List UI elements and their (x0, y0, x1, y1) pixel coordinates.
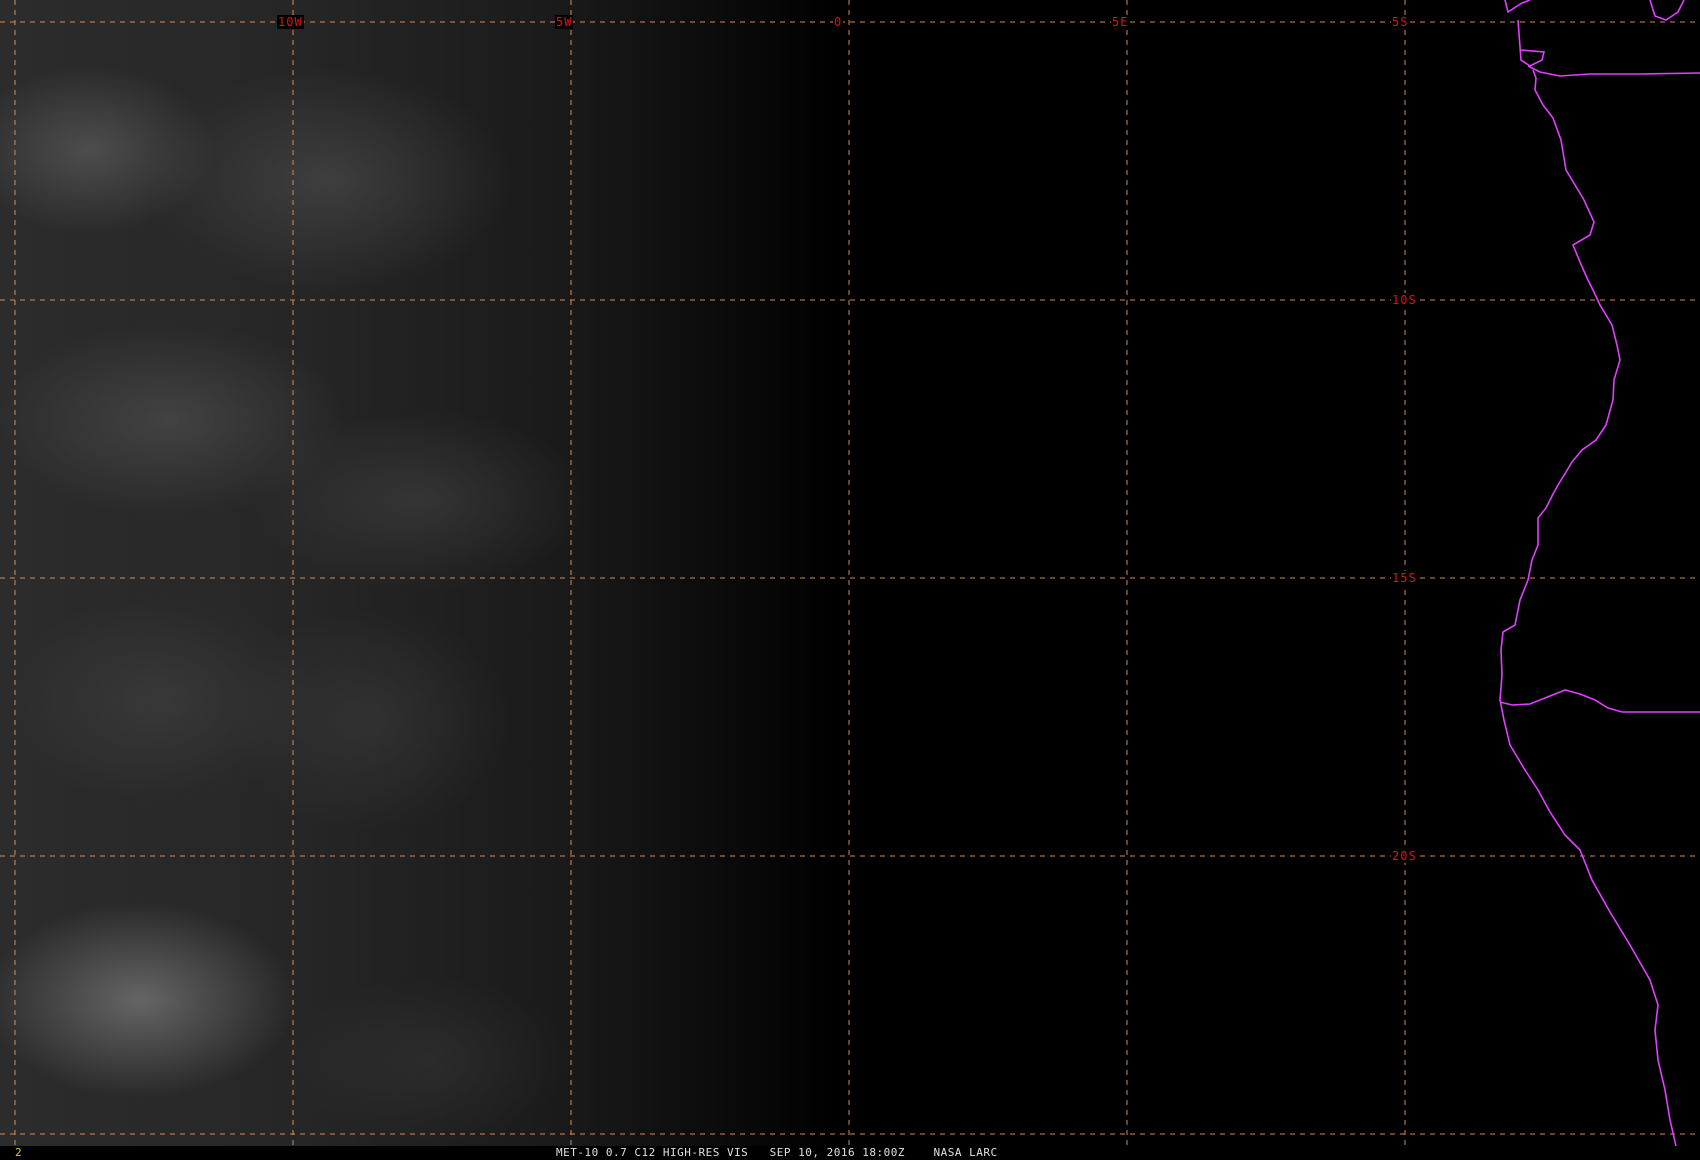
coastline-overlay (1499, 0, 1700, 1146)
longitude-label: 5E (1111, 15, 1130, 29)
latitude-label: 15S (1391, 571, 1418, 585)
lat-lon-grid (0, 0, 1700, 1146)
longitude-label: 0 (833, 15, 844, 29)
image-caption-bar: 2 MET-10 0.7 C12 HIGH-RES VIS SEP 10, 20… (0, 1146, 1700, 1160)
coastline-africa (1499, 0, 1700, 1146)
latitude-label: 20S (1391, 849, 1418, 863)
latitude-label: 5S (1391, 15, 1410, 29)
latitude-label: 10S (1391, 293, 1418, 307)
satellite-image-viewer: 10W 5W 0 5E 5S 10S 15S 20S 2 MET-10 0.7 C12 HIG… (0, 0, 1700, 1160)
caption-text: MET-10 0.7 C12 HIGH-RES VIS SEP 10, 2016… (556, 1146, 998, 1159)
frame-number: 2 (15, 1146, 22, 1159)
map-overlay (0, 0, 1700, 1146)
longitude-label: 10W (277, 15, 304, 29)
longitude-label: 5W (555, 15, 574, 29)
